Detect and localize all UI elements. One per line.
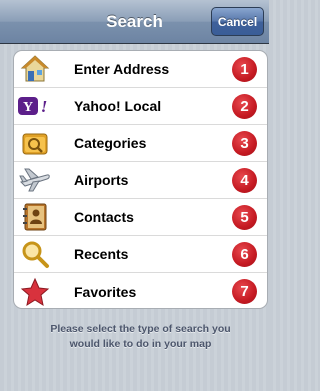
list-item-label: Recents: [74, 246, 129, 262]
list-item-airports[interactable]: Airports 4: [14, 162, 267, 199]
step-badge: 5: [232, 205, 257, 230]
navigation-bar: Search Cancel: [0, 0, 269, 44]
instruction-line: Please select the type of search you: [50, 323, 231, 335]
page-title: Search: [106, 11, 163, 31]
list-item-label: Contacts: [74, 209, 134, 225]
svg-text:!: !: [41, 97, 48, 116]
step-badge: 7: [232, 279, 257, 304]
contacts-book-icon: [14, 199, 56, 236]
list-item-contacts[interactable]: Contacts 5: [14, 199, 267, 236]
yahoo-logo-icon: Y !: [14, 88, 56, 125]
instruction-line: would like to do in your map: [69, 338, 212, 350]
categories-folder-icon: [14, 125, 56, 162]
list-item-enter-address[interactable]: Enter Address 1: [14, 51, 267, 88]
list-item-label: Yahoo! Local: [74, 98, 162, 114]
step-badge: 6: [232, 242, 257, 267]
list-item-favorites[interactable]: Favorites 7: [14, 273, 267, 308]
house-icon: [14, 51, 56, 88]
search-type-list: Enter Address 1 Y ! Yahoo! Local 2 Categ…: [13, 50, 268, 309]
magnifier-icon: [14, 236, 56, 273]
list-item-label: Favorites: [74, 283, 137, 300]
list-item-label: Categories: [74, 135, 147, 151]
step-badge: 1: [232, 57, 257, 82]
airplane-icon: [14, 162, 56, 199]
step-badge: 3: [232, 131, 257, 156]
instruction-text: Please select the type of search you wou…: [18, 322, 263, 352]
step-badge: 2: [232, 94, 257, 119]
list-item-label: Airports: [74, 172, 129, 188]
step-badge: 4: [232, 168, 257, 193]
list-item-yahoo-local[interactable]: Y ! Yahoo! Local 2: [14, 88, 267, 125]
star-icon: [14, 273, 56, 308]
cancel-button[interactable]: Cancel: [211, 7, 264, 36]
list-item-label: Enter Address: [74, 61, 170, 77]
list-item-categories[interactable]: Categories 3: [14, 125, 267, 162]
svg-text:Y: Y: [23, 100, 33, 115]
list-item-recents[interactable]: Recents 6: [14, 236, 267, 273]
